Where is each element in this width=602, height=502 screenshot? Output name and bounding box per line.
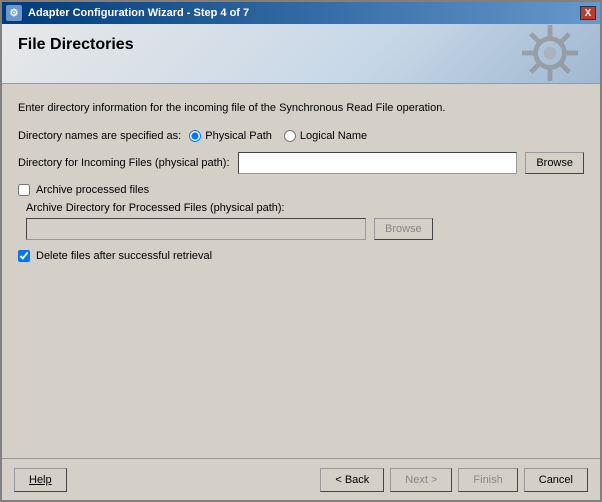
browse-archive-button[interactable]: Browse <box>374 218 433 240</box>
window-title: Adapter Configuration Wizard - Step 4 of… <box>28 7 249 19</box>
info-text: Enter directory information for the inco… <box>18 96 584 120</box>
help-button[interactable]: Help <box>14 468 67 492</box>
delete-checkbox[interactable] <box>18 250 30 262</box>
delete-checkbox-row: Delete files after successful retrieval <box>18 250 584 262</box>
wizard-window: ⚙ Adapter Configuration Wizard - Step 4 … <box>0 0 602 502</box>
header-section: File Directories <box>2 24 600 84</box>
physical-path-option[interactable]: Physical Path <box>189 130 272 142</box>
directory-names-row: Directory names are specified as: Physic… <box>18 130 584 142</box>
content-area: Enter directory information for the inco… <box>2 84 600 458</box>
archive-dir-row: Browse <box>26 218 584 240</box>
delete-checkbox-label: Delete files after successful retrieval <box>36 250 212 262</box>
cancel-button[interactable]: Cancel <box>524 468 588 492</box>
next-button[interactable]: Next > <box>390 468 452 492</box>
radio-group: Physical Path Logical Name <box>189 130 367 142</box>
archive-dir-section: Archive Directory for Processed Files (p… <box>26 202 584 240</box>
archive-dir-input[interactable] <box>26 218 366 240</box>
footer: Help < Back Next > Finish Cancel <box>2 458 600 500</box>
finish-button[interactable]: Finish <box>458 468 517 492</box>
incoming-dir-input[interactable] <box>238 152 518 174</box>
logical-name-label: Logical Name <box>300 130 367 142</box>
physical-path-label: Physical Path <box>205 130 272 142</box>
browse-incoming-button[interactable]: Browse <box>525 152 584 174</box>
title-bar-text: ⚙ Adapter Configuration Wizard - Step 4 … <box>6 5 249 21</box>
footer-right: < Back Next > Finish Cancel <box>320 468 588 492</box>
logical-name-option[interactable]: Logical Name <box>284 130 367 142</box>
archive-dir-label: Archive Directory for Processed Files (p… <box>26 202 584 214</box>
app-icon: ⚙ <box>6 5 22 21</box>
incoming-dir-row: Directory for Incoming Files (physical p… <box>18 152 584 174</box>
directory-names-label: Directory names are specified as: <box>18 130 181 142</box>
archive-checkbox[interactable] <box>18 184 30 196</box>
physical-path-radio[interactable] <box>189 130 201 142</box>
archive-checkbox-row: Archive processed files <box>18 184 584 196</box>
gear-icon <box>510 24 590 84</box>
footer-left: Help <box>14 468 67 492</box>
archive-section: Archive processed files Archive Director… <box>18 184 584 240</box>
archive-checkbox-label: Archive processed files <box>36 184 149 196</box>
logical-name-radio[interactable] <box>284 130 296 142</box>
title-bar: ⚙ Adapter Configuration Wizard - Step 4 … <box>2 2 600 24</box>
back-button[interactable]: < Back <box>320 468 384 492</box>
incoming-dir-label: Directory for Incoming Files (physical p… <box>18 157 230 169</box>
page-title: File Directories <box>18 36 134 54</box>
close-button[interactable]: X <box>580 6 596 20</box>
